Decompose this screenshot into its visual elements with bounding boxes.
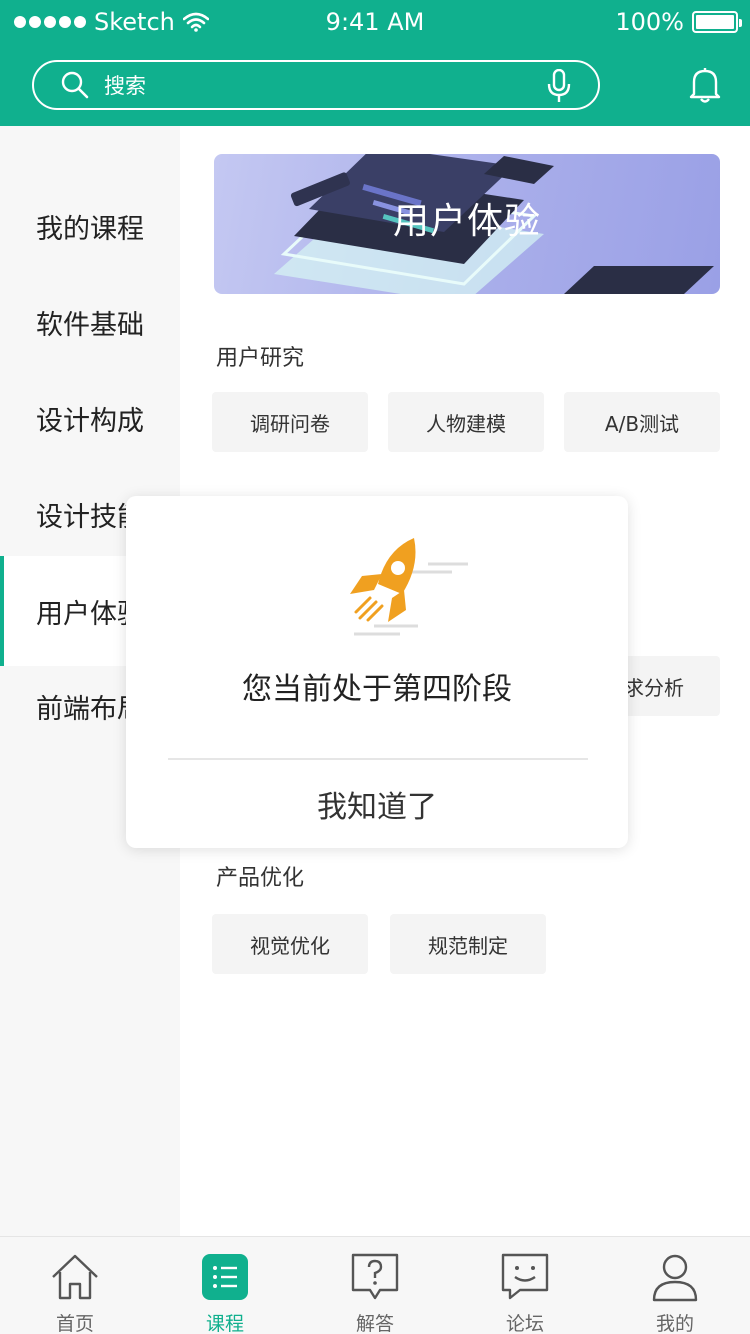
profile-icon [649,1251,701,1303]
search-icon [60,70,90,100]
app-header: Sketch 9:41 AM 100% 搜索 [0,0,750,126]
tab-label-profile: 我的 [655,1313,694,1334]
sidebar-item-design-composition[interactable]: 设计构成 [0,370,180,466]
battery-icon [692,11,742,33]
tab-answers[interactable]: 解答 [300,1237,450,1334]
tab-forum[interactable]: 论坛 [450,1237,600,1334]
tab-label-home: 首页 [55,1313,94,1334]
search-bar[interactable]: 搜索 [32,60,600,110]
tab-home[interactable]: 首页 [0,1237,150,1334]
dialog-divider [168,758,588,760]
tab-label-forum: 论坛 [505,1313,544,1334]
chip-spec-definition[interactable]: 规范制定 [390,914,546,974]
tab-courses[interactable]: 课程 [150,1237,300,1334]
chip-survey[interactable]: 调研问卷 [212,392,368,452]
section-title-product-optimization: 产品优化 [216,866,305,891]
sidebar-item-my-courses[interactable]: 我的课程 [0,178,180,274]
chip-visual-optimization[interactable]: 视觉优化 [212,914,368,974]
microphone-icon[interactable] [546,69,572,103]
tab-profile[interactable]: 我的 [600,1237,750,1334]
search-placeholder[interactable]: 搜索 [104,70,146,100]
dialog-message: 您当前处于第四阶段 [242,672,512,707]
section-title-user-research: 用户研究 [216,346,305,371]
sidebar-item-software-basics[interactable]: 软件基础 [0,274,180,370]
rocket-icon [350,538,468,636]
bottom-tab-bar: 首页 课程 解答 论坛 我的 [0,1236,750,1334]
dialog-confirm-button[interactable]: 我知道了 [126,782,628,826]
stage-dialog: 您当前处于第四阶段 我知道了 [126,496,628,848]
question-bubble-icon [349,1251,401,1303]
forum-chat-icon [499,1251,551,1303]
category-banner[interactable]: 用户体验 [214,154,720,294]
chip-ab-testing[interactable]: A/B测试 [564,392,720,452]
battery-percent: 100% [615,8,684,36]
bell-icon[interactable] [688,66,722,104]
tab-label-answers: 解答 [355,1313,394,1334]
banner-title: 用户体验 [392,201,541,242]
course-list-icon [199,1251,251,1303]
status-bar: Sketch 9:41 AM 100% [0,0,750,44]
home-icon [49,1251,101,1303]
tab-label-courses: 课程 [205,1313,244,1334]
chip-persona-modeling[interactable]: 人物建模 [388,392,544,452]
